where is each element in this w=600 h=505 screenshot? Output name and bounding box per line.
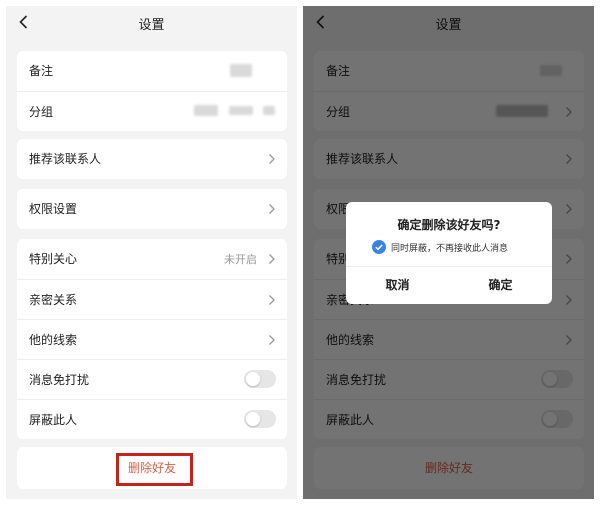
- cancel-button[interactable]: 取消: [346, 266, 449, 304]
- special-care-label: 特别关心: [29, 252, 78, 266]
- highlight-annotation-box: [116, 453, 193, 486]
- chevron-right-icon: [269, 335, 275, 345]
- chevron-right-icon: [269, 295, 275, 305]
- group-label: 分组: [29, 105, 54, 119]
- special-care-row[interactable]: 特别关心 未开启: [17, 239, 287, 279]
- permission-settings-row[interactable]: 权限设置: [17, 189, 287, 229]
- group-value-blurred: [194, 105, 218, 116]
- remark-label: 备注: [29, 64, 54, 78]
- delete-card: 删除好友: [17, 447, 287, 489]
- block-toggle[interactable]: [244, 410, 276, 428]
- group-row[interactable]: 分组: [17, 91, 287, 131]
- dialog-title: 确定删除该好友吗?: [397, 218, 501, 232]
- clues-label: 他的线索: [29, 333, 78, 347]
- mute-toggle[interactable]: [244, 370, 276, 388]
- recommend-contact-row[interactable]: 推荐该联系人: [17, 139, 287, 179]
- intimate-relation-row[interactable]: 亲密关系: [17, 279, 287, 319]
- group-value-blurred: [229, 106, 253, 115]
- block-also-checkbox-label[interactable]: 同时屏蔽，不再接收此人消息: [391, 241, 508, 254]
- remark-row[interactable]: 备注: [17, 51, 287, 91]
- confirm-button[interactable]: 确定: [449, 266, 552, 304]
- remark-group-card: 备注 分组: [17, 51, 287, 131]
- intimate-relation-label: 亲密关系: [29, 293, 78, 307]
- group-value-blurred: [263, 106, 275, 115]
- permission-settings-label: 权限设置: [29, 202, 78, 216]
- special-care-status: 未开启: [224, 253, 257, 266]
- nav-bar: 设置: [6, 6, 297, 40]
- options-card: 特别关心 未开启 亲密关系 他的线索 消息免打扰 屏蔽此人: [17, 239, 287, 439]
- chevron-right-icon: [269, 254, 275, 264]
- settings-screen: 设置 备注 分组 推荐该联系人 权限设置 特别关心 未开启 亲密关系 他的线索 …: [6, 6, 297, 499]
- chevron-right-icon: [269, 154, 275, 164]
- delete-confirm-dialog: 确定删除该好友吗? 同时屏蔽，不再接收此人消息 取消 确定: [346, 202, 552, 304]
- chevron-right-icon: [269, 204, 275, 214]
- permissions-card: 权限设置: [17, 189, 287, 229]
- mute-label: 消息免打扰: [29, 373, 90, 387]
- remark-value-blurred: [230, 64, 252, 77]
- mute-row: 消息免打扰: [17, 359, 287, 399]
- block-label: 屏蔽此人: [29, 413, 78, 427]
- checkbox-checked-icon[interactable]: [372, 240, 386, 254]
- recommend-card: 推荐该联系人: [17, 139, 287, 179]
- settings-screen-with-dialog: 设置 备注 分组 推荐该联系人 权限设置 特别关心 亲密关系: [303, 6, 594, 499]
- block-row: 屏蔽此人: [17, 399, 287, 439]
- recommend-contact-label: 推荐该联系人: [29, 152, 102, 166]
- clues-row[interactable]: 他的线索: [17, 319, 287, 359]
- page-title: 设置: [138, 18, 165, 33]
